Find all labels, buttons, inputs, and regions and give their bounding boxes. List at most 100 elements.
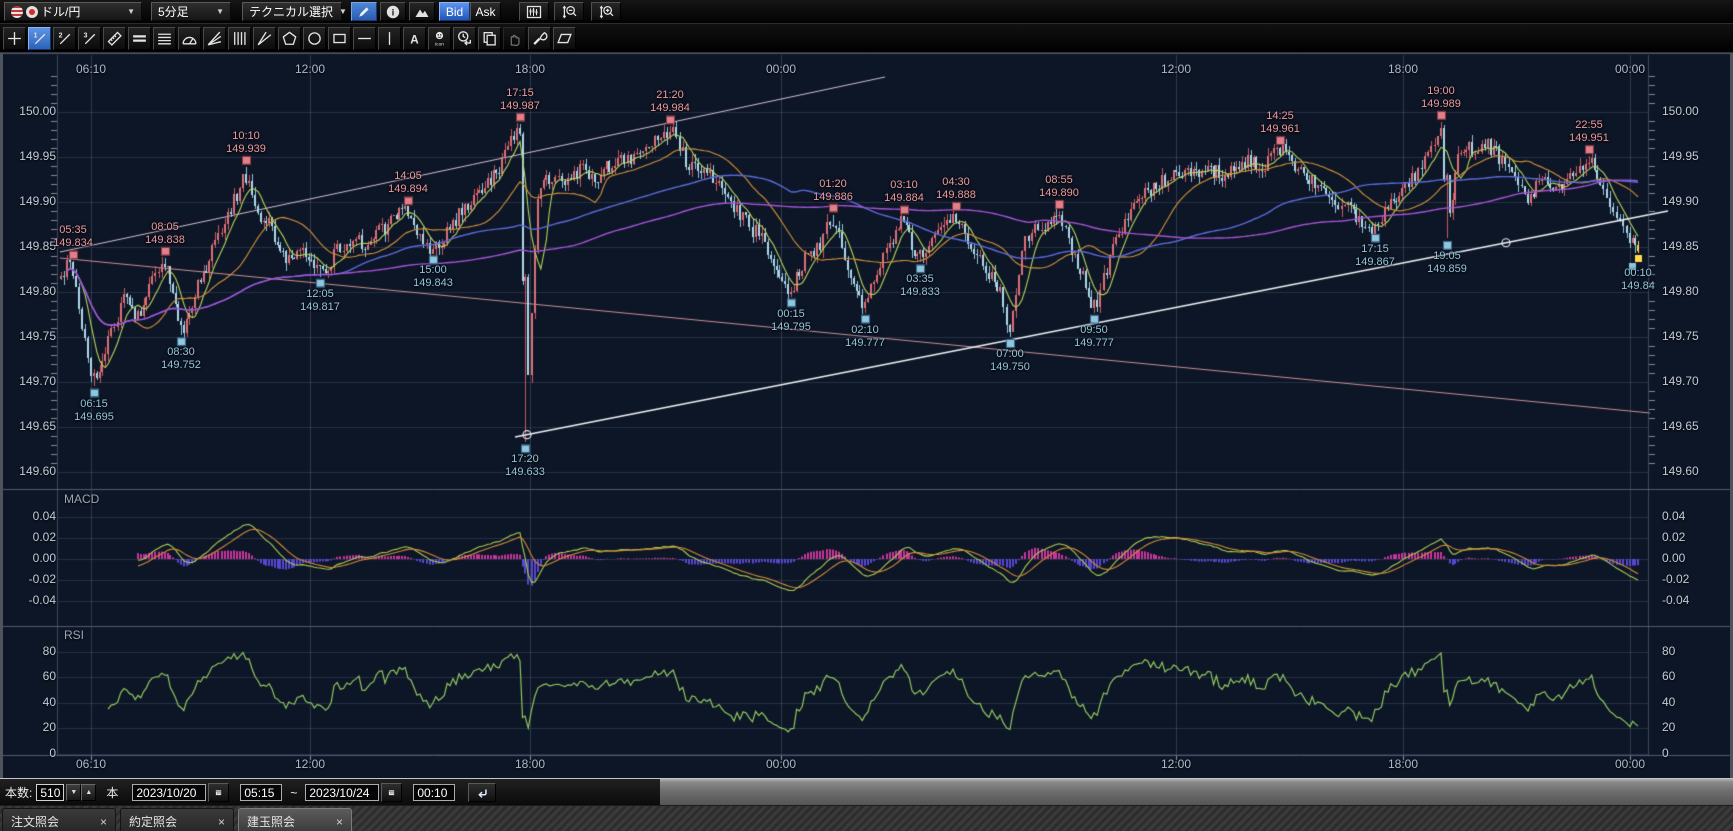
chevron-down-icon: ▼ [127,7,135,16]
pair-selector[interactable]: ドル/円 ▼ [4,2,142,21]
ruler-icon [106,30,123,47]
trendline-1-tool[interactable]: 1 [28,27,51,50]
chart-style-button[interactable] [409,2,435,21]
pair-label: ドル/円 [41,3,121,20]
tab-1[interactable]: 注文照会 × [2,808,116,831]
parallel-lines-tool[interactable] [128,27,151,50]
crosshair-icon [6,30,23,47]
spinner-down-icon: ▼ [70,789,77,796]
parallel-lines-icon [131,30,148,47]
window-left-edge [0,53,3,778]
spinner-up-icon: ▲ [85,789,92,796]
trading-app-window: MACD RSI 06:1006:1012:0012:0018:0018:000… [0,0,1733,831]
zoom-out-icon [561,4,577,20]
tab-2[interactable]: 約定照会 × [120,808,234,831]
range-separator: ~ [290,786,297,800]
time-zones-tool[interactable] [228,27,251,50]
draw-mode-button[interactable] [351,2,377,21]
bar-count-down-button[interactable]: ▼ [66,784,81,801]
close-icon[interactable]: × [100,815,107,829]
gann-fan-icon [256,30,273,47]
history-revert-tool[interactable] [453,27,476,50]
ask-button[interactable]: Ask [470,2,501,21]
bar-unit-label: 本 [106,784,118,801]
copy-tool[interactable] [478,27,501,50]
time-zones-icon [231,30,248,47]
top-toolbar: ドル/円 ▼ 5分足 ▼ テクニカル選択 ▼ i Bid Ask [0,0,1733,24]
pentagon-tool[interactable] [278,27,301,50]
fibonacci-fan-icon [206,30,223,47]
trendline-2-tool[interactable]: 2 [53,27,76,50]
bar-count-up-button[interactable]: ▲ [81,784,96,801]
time-from-input[interactable] [240,784,282,801]
fibonacci-fan-tool[interactable] [203,27,226,50]
svg-text:3: 3 [84,32,88,39]
apply-range-button[interactable] [468,783,496,802]
tab-3[interactable]: 建玉照会 × [238,808,352,831]
zoom-in-button[interactable] [591,2,621,21]
ruler-tool[interactable] [103,27,126,50]
icon-stamp-tool[interactable]: icon [428,27,451,50]
technical-select-label: テクニカル選択 [249,3,333,20]
ellipse-tool[interactable] [303,27,326,50]
timeframe-selector[interactable]: 5分足 ▼ [151,2,231,21]
hand-icon [506,30,523,47]
eraser-icon [556,30,573,47]
date-from-calendar-button[interactable] [208,783,229,802]
bottom-tabs: 注文照会 × 約定照会 × 建玉照会 × [0,805,1733,831]
bar-count-input[interactable] [36,784,64,801]
bid-button[interactable]: Bid [439,2,470,21]
eraser-tool[interactable] [553,27,576,50]
us-flag-icon [11,6,23,18]
fibonacci-arc-tool[interactable] [178,27,201,50]
range-toolbar: 本数: ▼ ▲ 本 ~ [0,778,1733,805]
chevron-down-icon: ▼ [339,7,347,16]
svg-text:1: 1 [34,32,38,39]
gann-fan-tool[interactable] [253,27,276,50]
date-to-calendar-button[interactable] [381,783,402,802]
vertical-line-icon [381,30,398,47]
bar-count-label: 本数: [5,784,32,801]
rsi-pane[interactable] [58,627,1648,755]
crosshair-tool[interactable] [3,27,26,50]
rectangle-tool[interactable] [328,27,351,50]
settings-tool[interactable] [528,27,551,50]
candle-type-button[interactable] [519,2,549,21]
drag-hand-tool[interactable] [503,27,526,50]
candlestick-icon [526,4,542,20]
japan-flag-icon [26,6,38,18]
text-tool[interactable]: A [403,27,426,50]
calendar-icon [388,785,395,800]
date-to-input[interactable] [305,784,379,801]
info-button[interactable]: i [380,2,406,21]
trendline-1-icon: 1 [31,30,48,47]
macd-pane[interactable] [58,490,1648,626]
rectangle-icon [331,30,348,47]
zoom-in-icon [598,4,614,20]
tab-label: 建玉照会 [247,813,322,830]
vertical-line-tool[interactable] [378,27,401,50]
fibonacci-arc-icon [181,30,198,47]
horizontal-line-tool[interactable] [353,27,376,50]
trendline-3-tool[interactable]: 3 [78,27,101,50]
close-icon[interactable]: × [336,815,343,829]
text-icon: A [406,30,423,47]
copy-icon [481,30,498,47]
multi-lines-tool[interactable] [153,27,176,50]
tab-label: 注文照会 [11,813,86,830]
technical-select-button[interactable]: テクニカル選択 ▼ [242,2,342,21]
return-arrow-icon [475,785,489,801]
zoom-out-button[interactable] [554,2,584,21]
ellipse-icon [306,30,323,47]
range-controls: 本数: ▼ ▲ 本 ~ [0,779,660,806]
tab-label: 約定照会 [129,813,204,830]
clock-arrow-icon [456,30,473,47]
close-icon[interactable]: × [218,815,225,829]
timeframe-label: 5分足 [158,3,210,20]
time-to-input[interactable] [413,784,455,801]
main-chart-pane[interactable] [58,55,1648,489]
date-from-input[interactable] [132,784,206,801]
pentagon-icon [281,30,298,47]
trendline-3-icon: 3 [81,30,98,47]
calendar-icon [215,785,222,800]
